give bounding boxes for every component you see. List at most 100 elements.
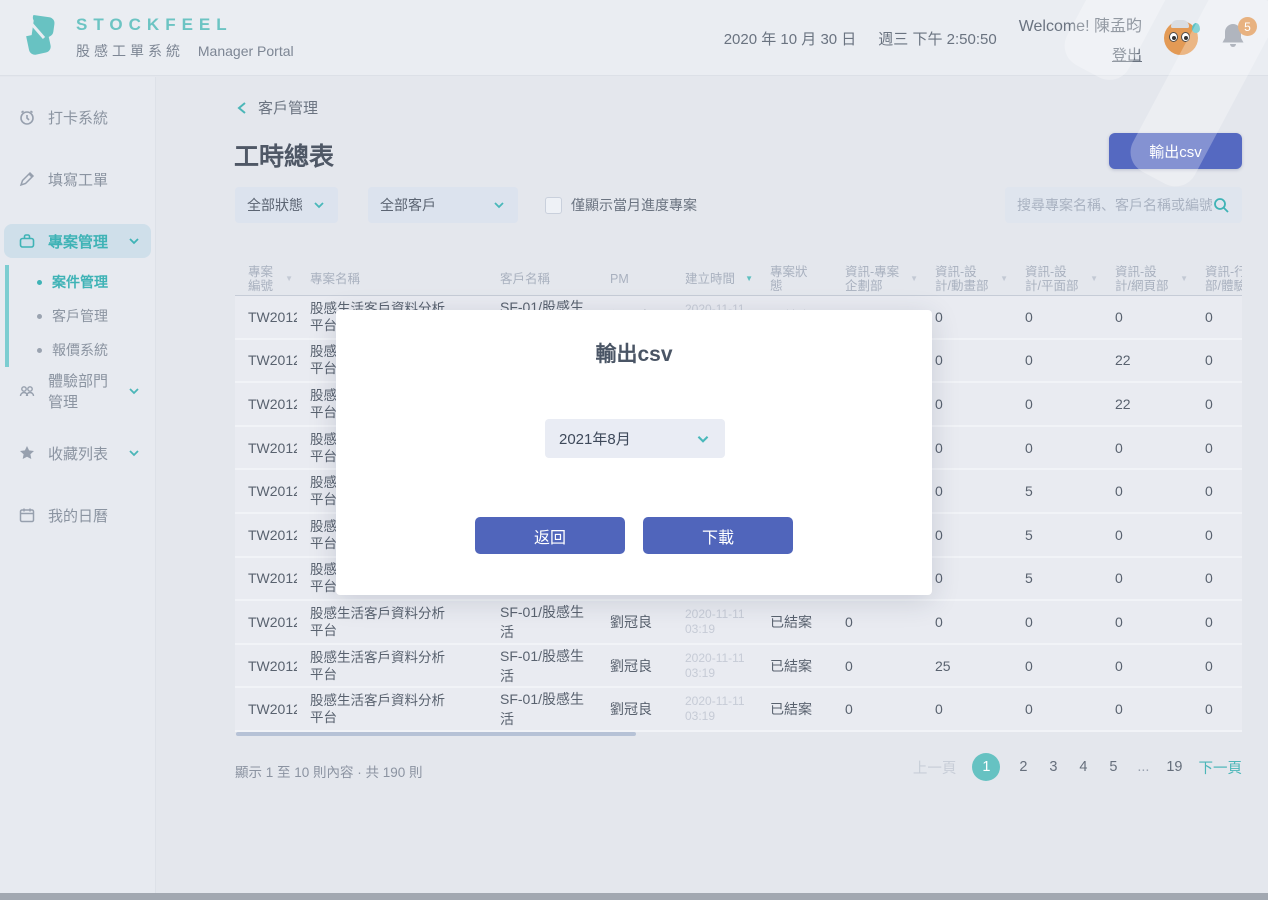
client-filter-value: 全部客戶 — [380, 195, 436, 215]
sidebar-item-my-calendar[interactable]: 我的日曆 — [4, 498, 151, 532]
pagination-item[interactable]: 上一頁 — [913, 757, 957, 778]
horizontal-scrollbar-thumb[interactable] — [236, 732, 636, 736]
avatar-sweat-drop — [1192, 23, 1200, 33]
client-filter-dropdown[interactable]: 全部客戶 — [368, 187, 518, 223]
brand-system-name: 股感工單系統 — [76, 43, 184, 59]
sidebar-item-label: 填寫工單 — [48, 169, 108, 190]
results-summary: 顯示 1 至 10 則內容 · 共 190 則 — [235, 761, 423, 781]
cell-client-name: SF-01/股感生活 — [487, 646, 597, 686]
modal-title: 輸出csv — [336, 338, 932, 368]
cell-hours-web: 0 — [1102, 658, 1192, 674]
column-header-dept-planning[interactable]: 資訊-專案 企劃部▼ — [832, 265, 922, 293]
sort-icon: ▼ — [285, 272, 293, 286]
sidebar-item-punch-clock[interactable]: 打卡系統 — [4, 100, 151, 134]
cell-hours-experience: 0 — [1192, 658, 1242, 674]
cell-status: 已結案 — [757, 612, 832, 632]
cell-created-time: 2020-11-1103:19 — [672, 694, 757, 724]
sidebar-item-case-management[interactable]: 案件管理 — [9, 265, 155, 299]
pagination-item[interactable]: 19 — [1166, 759, 1182, 775]
sidebar-item-client-management[interactable]: 客戶管理 — [9, 299, 155, 333]
calendar-icon — [18, 506, 36, 524]
pagination-item[interactable]: 下一頁 — [1199, 757, 1243, 778]
sort-icon: ▼ — [1180, 272, 1188, 286]
table-row[interactable]: TW20129 股感生活客戶資料分析平台 SF-01/股感生活 劉冠良 2020… — [235, 645, 1242, 689]
pagination-item[interactable]: 1 — [972, 753, 1000, 781]
avatar-cap — [1171, 20, 1189, 28]
cell-client-name: SF-01/股感生活 — [487, 689, 597, 729]
brand: STOCKFEEL 股感工單系統 Manager Portal — [18, 12, 294, 64]
cell-created-time: 2020-11-1103:19 — [672, 607, 757, 637]
sidebar-item-label: 收藏列表 — [48, 443, 108, 464]
cell-status: 已結案 — [757, 699, 832, 719]
sidebar-item-fill-worksheet[interactable]: 填寫工單 — [4, 162, 151, 196]
cell-hours-web: 22 — [1102, 396, 1192, 412]
cell-hours-experience: 0 — [1192, 309, 1242, 325]
cell-hours-web: 0 — [1102, 701, 1192, 717]
month-select-dropdown[interactable]: 2021年8月 — [545, 419, 725, 458]
modal-back-button[interactable]: 返回 — [475, 517, 625, 554]
sidebar-nav: 打卡系統 填寫工單 專案管理 案件管理 客戶管理 報價系統 — [0, 77, 156, 900]
cell-project-name: 股感生活客戶資料分析平台 — [297, 692, 487, 726]
cell-hours-web: 0 — [1102, 440, 1192, 456]
pagination-item[interactable]: ... — [1136, 759, 1150, 775]
sidebar-item-quotation-system[interactable]: 報價系統 — [9, 333, 155, 367]
logout-link[interactable]: 登出 — [1112, 44, 1142, 65]
column-header-project-code[interactable]: 專案編號▼ — [235, 265, 297, 293]
cell-project-code: TW20129 — [235, 570, 297, 586]
pagination-item[interactable]: 2 — [1016, 759, 1030, 775]
cell-hours-animation: 25 — [922, 658, 1012, 674]
chevron-down-icon — [127, 446, 141, 460]
sidebar-item-project-management[interactable]: 專案管理 — [4, 224, 151, 258]
column-header-dept-graphic[interactable]: 資訊-設計/平面部▼ — [1012, 265, 1102, 293]
column-header-dept-web[interactable]: 資訊-設計/網頁部▼ — [1102, 265, 1192, 293]
current-month-checkbox[interactable] — [545, 197, 562, 214]
notification-bell-button[interactable]: 5 — [1220, 21, 1250, 55]
search-icon[interactable] — [1212, 196, 1230, 214]
pagination-item[interactable]: 4 — [1076, 759, 1090, 775]
user-avatar[interactable] — [1164, 21, 1198, 55]
export-csv-modal: 輸出csv 2021年8月 返回 下載 — [336, 310, 932, 595]
cell-project-code: TW20129 — [235, 309, 297, 325]
pagination-item[interactable]: 3 — [1046, 759, 1060, 775]
bullet-icon — [37, 314, 42, 319]
table-row[interactable]: TW20129 股感生活客戶資料分析平台 SF-01/股感生活 劉冠良 2020… — [235, 601, 1242, 645]
sort-icon-active: ▼ — [745, 272, 753, 286]
cell-hours-graphic: 5 — [1012, 570, 1102, 586]
chevron-left-icon — [236, 101, 248, 115]
cell-hours-graphic: 0 — [1012, 396, 1102, 412]
cell-hours-experience: 0 — [1192, 396, 1242, 412]
sidebar-item-experience-dept[interactable]: 體驗部門管理 — [4, 374, 151, 408]
cell-hours-graphic: 5 — [1012, 527, 1102, 543]
brand-name: STOCKFEEL — [76, 15, 294, 35]
sidebar-item-favorites[interactable]: 收藏列表 — [4, 436, 151, 470]
status-filter-value: 全部狀態 — [247, 195, 303, 215]
sidebar-item-label: 我的日曆 — [48, 505, 108, 526]
cell-hours-graphic: 5 — [1012, 483, 1102, 499]
chevron-down-icon — [492, 198, 506, 212]
cell-project-code: TW20129 — [235, 396, 297, 412]
column-header-dept-animation[interactable]: 資訊-設計/動畫部▼ — [922, 265, 1012, 293]
sort-icon: ▼ — [1000, 272, 1008, 286]
table-row[interactable]: TW20129 股感生活客戶資料分析平台 SF-01/股感生活 劉冠良 2020… — [235, 688, 1242, 732]
column-header-dept-experience: 資訊-行銷部/體驗部 — [1192, 265, 1242, 293]
breadcrumb-back[interactable]: 客戶管理 — [236, 97, 318, 118]
export-csv-button[interactable]: 輸出csv — [1109, 133, 1242, 169]
cell-hours-experience: 0 — [1192, 440, 1242, 456]
cell-hours-experience: 0 — [1192, 352, 1242, 368]
cell-hours-animation: 0 — [922, 352, 1012, 368]
cell-hours-experience: 0 — [1192, 570, 1242, 586]
page-title: 工時總表 — [234, 137, 334, 173]
top-header: STOCKFEEL 股感工單系統 Manager Portal 2020 年 1… — [0, 0, 1268, 76]
pagination: 上一頁 1 2 3 4 5 ... 19 下一頁 — [913, 753, 1242, 781]
header-weekday-time: 週三 下午 2:50:50 — [878, 28, 996, 49]
cell-project-code: TW20129 — [235, 658, 297, 674]
star-icon — [18, 444, 36, 462]
cell-created-time: 2020-11-1103:19 — [672, 651, 757, 681]
modal-download-button[interactable]: 下載 — [643, 517, 793, 554]
column-header-created-time[interactable]: 建立時間▼ — [672, 272, 757, 286]
status-filter-dropdown[interactable]: 全部狀態 — [235, 187, 338, 223]
search-input[interactable] — [1017, 197, 1212, 213]
pagination-item[interactable]: 5 — [1106, 759, 1120, 775]
column-header-project-status: 專案狀態 — [757, 265, 832, 293]
brand-text: STOCKFEEL 股感工單系統 Manager Portal — [76, 15, 294, 61]
